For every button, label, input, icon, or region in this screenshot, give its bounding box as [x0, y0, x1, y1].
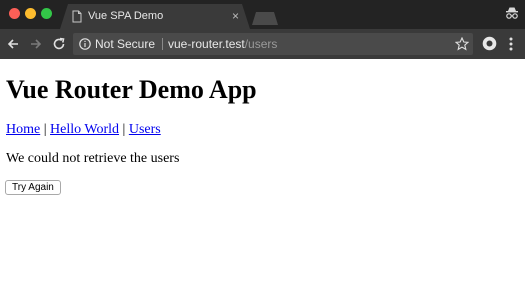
- try-again-button[interactable]: Try Again: [5, 180, 61, 195]
- reload-icon[interactable]: [51, 36, 67, 52]
- more-menu-icon[interactable]: [506, 36, 516, 52]
- error-message: We could not retrieve the users: [6, 151, 180, 166]
- maximize-window-button[interactable]: [41, 8, 52, 19]
- app-nav: Home | Hello World | Users: [6, 122, 161, 138]
- page-icon: [72, 10, 82, 23]
- new-tab-button[interactable]: [252, 12, 278, 25]
- tab-title: Vue SPA Demo: [88, 10, 164, 22]
- nav-separator: |: [119, 122, 129, 137]
- incognito-icon: [506, 7, 518, 19]
- url-text[interactable]: vue-router.test/users: [168, 37, 277, 51]
- nav-link-hello-world[interactable]: Hello World: [50, 122, 119, 137]
- nav-link-users[interactable]: Users: [129, 122, 161, 137]
- security-status-label[interactable]: Not Secure: [95, 37, 155, 51]
- browser-toolbar: Not Secure vue-router.test/users: [0, 29, 525, 59]
- forward-arrow-icon[interactable]: [28, 36, 44, 52]
- browser-tab-active[interactable]: Vue SPA Demo ×: [60, 4, 250, 29]
- page-title: Vue Router Demo App: [6, 75, 257, 104]
- browser-titlebar: Vue SPA Demo ×: [0, 0, 525, 29]
- url-host: vue-router.test: [168, 37, 245, 51]
- nav-link-home[interactable]: Home: [6, 122, 40, 137]
- url-divider: [162, 38, 163, 50]
- back-arrow-icon[interactable]: [5, 36, 21, 52]
- bookmark-star-icon[interactable]: [455, 37, 469, 51]
- extension-icon[interactable]: [482, 36, 497, 51]
- nav-separator: |: [40, 122, 51, 137]
- minimize-window-button[interactable]: [25, 8, 36, 19]
- address-bar[interactable]: Not Secure vue-router.test/users: [73, 33, 473, 55]
- tab-close-icon[interactable]: ×: [232, 9, 239, 23]
- info-icon[interactable]: [79, 38, 91, 50]
- close-window-button[interactable]: [9, 8, 20, 19]
- url-path: /users: [244, 37, 278, 51]
- page-content: Vue Router Demo App Home | Hello World |…: [0, 59, 525, 291]
